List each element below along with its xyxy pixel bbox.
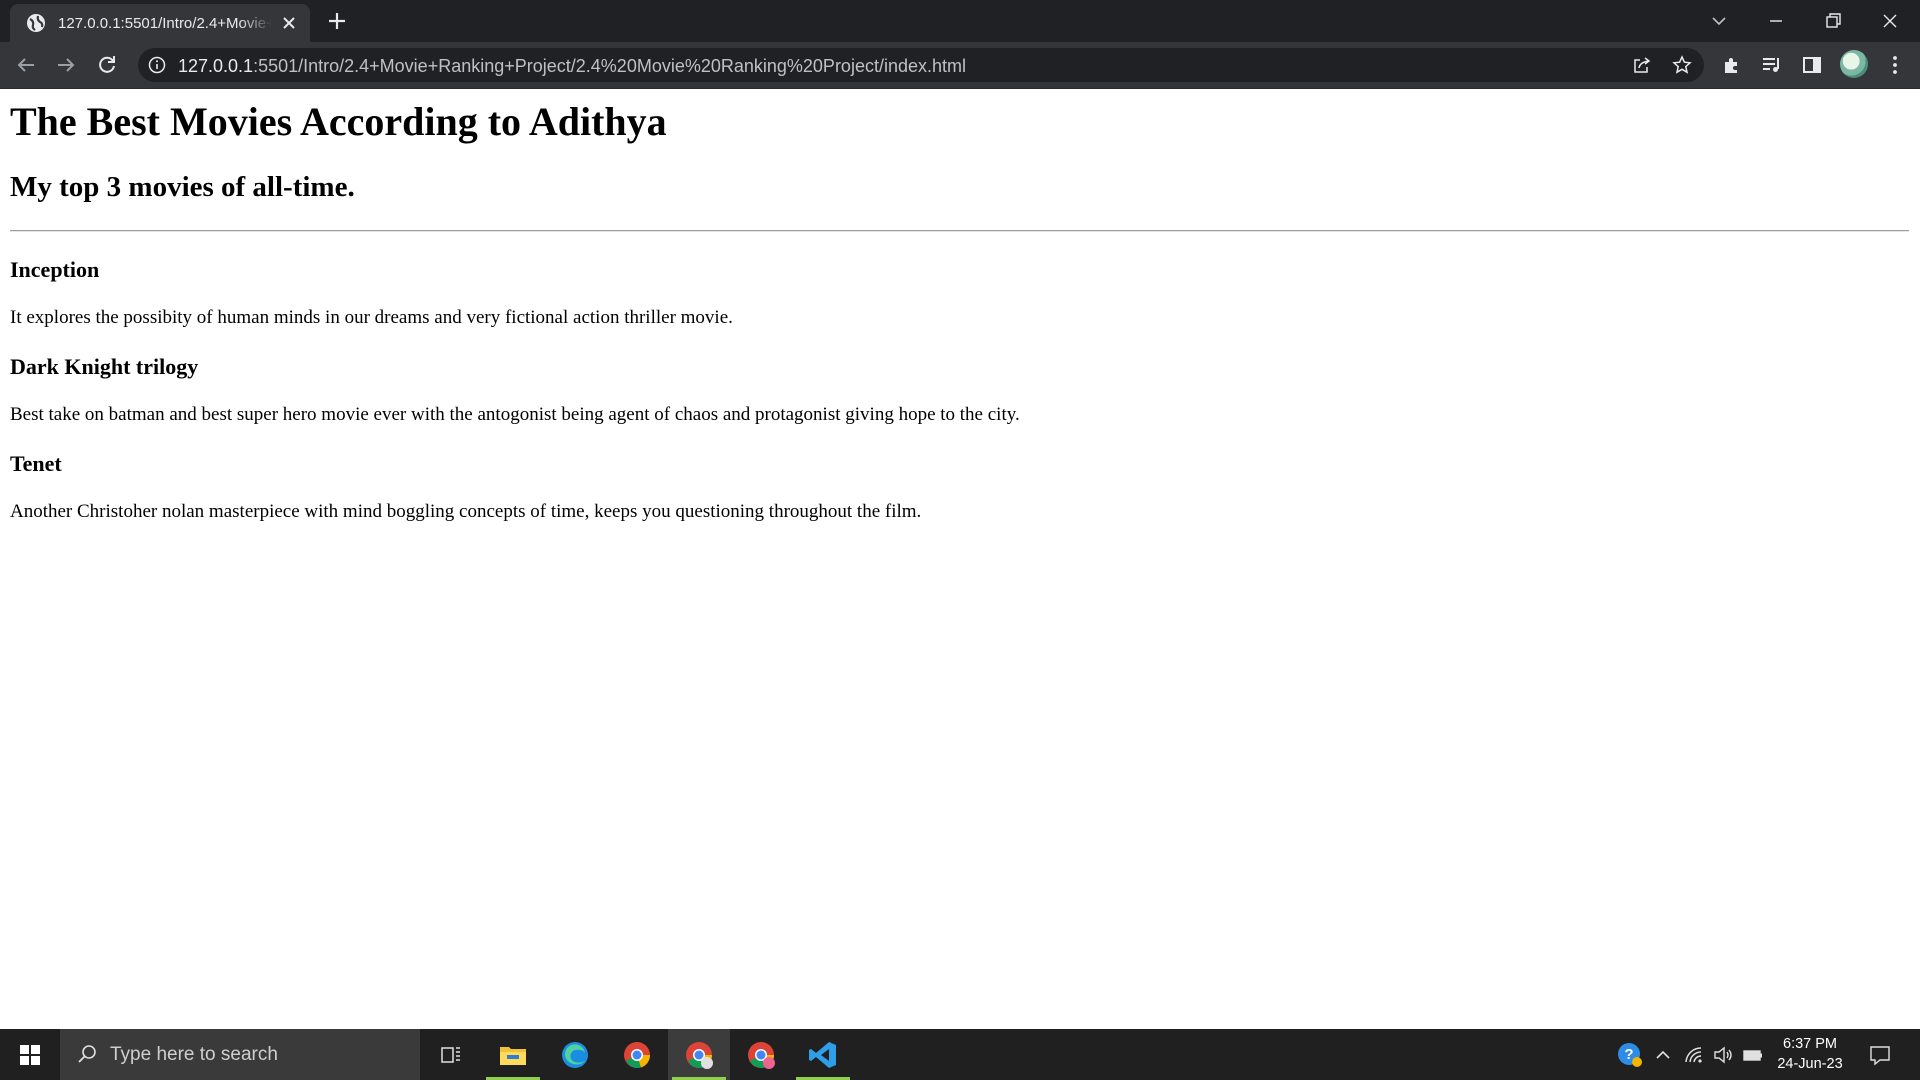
taskbar-edge[interactable] [544, 1029, 606, 1080]
taskbar-clock[interactable]: 6:37 PM 24-Jun-23 [1765, 1034, 1855, 1074]
puzzle-icon[interactable] [1720, 53, 1744, 77]
page-title: The Best Movies According to Adithya [10, 99, 667, 144]
taskbar-chrome[interactable] [606, 1029, 668, 1080]
page-subtitle: My top 3 movies of all-time. [10, 171, 355, 203]
svg-text:?: ? [1624, 1046, 1633, 1063]
movie-description: Another Christoher nolan masterpiece wit… [10, 501, 922, 522]
search-placeholder: Type here to search [110, 1044, 278, 1065]
movie-title: Dark Knight trilogy [10, 354, 199, 379]
browser-toolbar: 127.0.0.1:5501/Intro/2.4+Movie+Ranking+P… [0, 42, 1920, 89]
task-view-icon [441, 1047, 460, 1063]
browser-tabstrip: 127.0.0.1:5501/Intro/2.4+Movie+Ranking+P… [0, 0, 1920, 42]
restore-icon[interactable] [1821, 9, 1845, 33]
taskbar-chrome-profile[interactable] [730, 1029, 792, 1080]
page-content: The Best Movies According to Adithya My … [0, 89, 1920, 1029]
url-text[interactable]: 127.0.0.1:5501/Intro/2.4+Movie+Ranking+P… [178, 56, 966, 77]
divider [10, 230, 1909, 232]
taskbar-vscode[interactable] [792, 1029, 854, 1080]
media-queue-icon[interactable] [1760, 53, 1784, 77]
close-icon[interactable] [280, 14, 298, 32]
taskbar: Type here to search ? 6:37 PM 24-Jun-23 [0, 1029, 1920, 1080]
arrow-right-icon[interactable] [54, 53, 78, 77]
url-host: 127.0.0.1 [178, 56, 254, 76]
notification-icon[interactable] [1868, 1043, 1892, 1067]
url-path: :5501/Intro/2.4+Movie+Ranking+Project/2.… [253, 56, 966, 76]
chrome-icon [624, 1042, 651, 1068]
close-window-icon[interactable] [1878, 9, 1902, 33]
movie-title: Inception [10, 257, 100, 282]
share-icon[interactable] [1632, 55, 1652, 75]
movie-description: It explores the possibity of human minds… [10, 307, 733, 328]
speaker-icon[interactable] [1712, 1044, 1734, 1066]
taskbar-chrome-active[interactable] [668, 1029, 730, 1080]
help-icon[interactable]: ? [1617, 1042, 1643, 1068]
profile-avatar[interactable] [1840, 50, 1868, 78]
address-bar[interactable]: 127.0.0.1:5501/Intro/2.4+Movie+Ranking+P… [138, 48, 1704, 82]
globe-icon [27, 14, 45, 32]
info-icon[interactable] [148, 56, 166, 74]
kebab-menu-icon[interactable] [1883, 53, 1907, 77]
browser-tab[interactable]: 127.0.0.1:5501/Intro/2.4+Movie+Ranking+P… [10, 4, 310, 42]
star-icon[interactable] [1672, 55, 1692, 75]
tab-title: 127.0.0.1:5501/Intro/2.4+Movie+Ranking+P… [58, 14, 272, 32]
plus-icon[interactable] [326, 10, 348, 32]
battery-icon[interactable] [1742, 1044, 1764, 1066]
side-panel-icon[interactable] [1800, 53, 1824, 77]
windows-start-icon[interactable] [0, 1029, 60, 1080]
taskbar-file-explorer[interactable] [482, 1029, 544, 1080]
search-icon [78, 1045, 96, 1063]
movie-title: Tenet [10, 451, 62, 476]
clock-date: 24-Jun-23 [1777, 1056, 1843, 1072]
chrome-icon [686, 1042, 713, 1069]
vscode-icon [809, 1042, 836, 1068]
chrome-icon [748, 1042, 775, 1069]
taskbar-search[interactable]: Type here to search [60, 1029, 420, 1080]
edge-icon [562, 1042, 588, 1068]
task-view-button[interactable] [420, 1029, 482, 1080]
clock-time: 6:37 PM [1783, 1036, 1837, 1052]
arrow-left-icon[interactable] [14, 53, 38, 77]
chevron-up-icon[interactable] [1652, 1044, 1674, 1066]
wifi-icon[interactable] [1683, 1044, 1705, 1066]
reload-icon[interactable] [95, 53, 119, 77]
chevron-down-icon[interactable] [1707, 9, 1731, 33]
movie-description: Best take on batman and best super hero … [10, 404, 1020, 425]
minimize-icon[interactable] [1764, 9, 1788, 33]
folder-icon [500, 1047, 526, 1065]
